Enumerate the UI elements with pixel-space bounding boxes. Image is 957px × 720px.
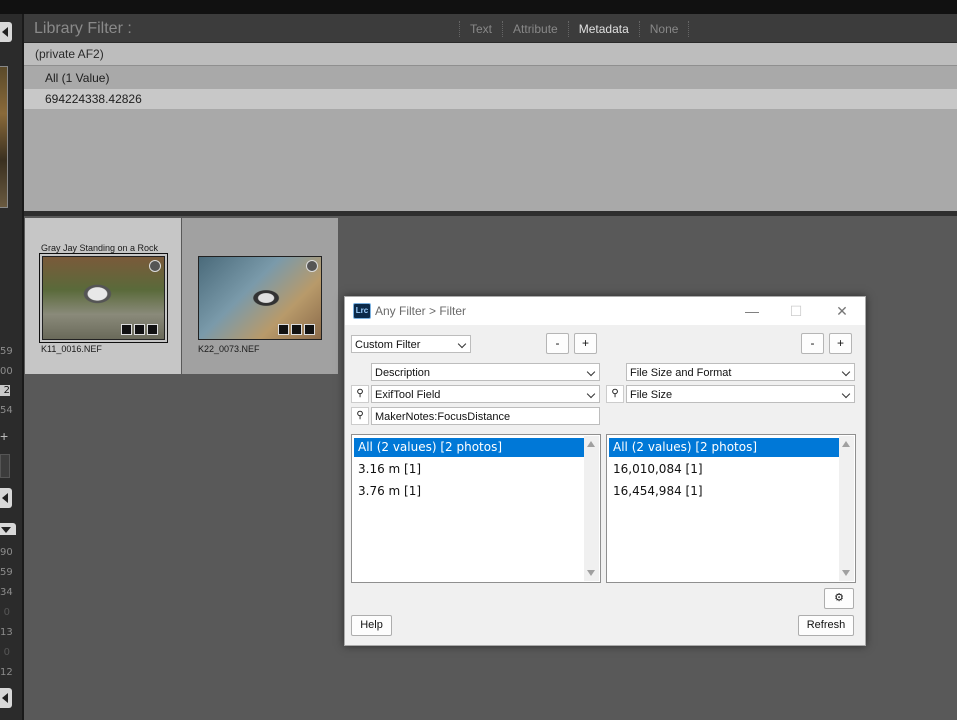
left-panel-number: 00: [0, 366, 13, 377]
metadata-column-title: (private AF2): [35, 47, 104, 61]
add-left-column-button[interactable]: +: [574, 333, 597, 354]
collapse-arrow-icon[interactable]: [0, 22, 12, 42]
right-values-list[interactable]: All (2 values) [2 photos] 16,010,084 [1]…: [606, 434, 856, 583]
edit-icon: [304, 324, 315, 335]
pick-flag-icon[interactable]: [149, 260, 161, 272]
metadata-row-label: All (1 Value): [45, 71, 110, 85]
left-category-value: Description: [375, 367, 431, 379]
right-category-value: File Size and Format: [630, 367, 732, 379]
tab-text[interactable]: Text: [459, 21, 502, 37]
chevron-down-icon: [457, 339, 467, 349]
exiftool-tag-value: MakerNotes:FocusDistance: [375, 411, 511, 423]
dialog-titlebar[interactable]: Lrc Any Filter > Filter — ☐ ✕: [345, 297, 865, 325]
right-category-select[interactable]: File Size and Format: [626, 363, 855, 381]
tab-attribute[interactable]: Attribute: [502, 21, 568, 37]
chevron-down-icon: [841, 367, 851, 377]
pin-icon[interactable]: ⚲: [351, 407, 369, 425]
remove-right-column-button[interactable]: -: [801, 333, 824, 354]
scrollbar[interactable]: [584, 436, 599, 581]
tab-metadata[interactable]: Metadata: [567, 21, 639, 37]
left-panel-number: 54: [0, 405, 13, 416]
minimize-icon[interactable]: —: [737, 302, 767, 320]
library-filter-title: Library Filter :: [34, 20, 132, 37]
scroll-down-icon[interactable]: [587, 570, 595, 576]
left-panel-number: 34: [0, 587, 13, 598]
down-arrow-icon[interactable]: [0, 523, 16, 535]
comment-icon: [291, 324, 302, 335]
pick-flag-icon[interactable]: [306, 260, 318, 272]
chevron-down-icon: [586, 367, 596, 377]
scroll-up-icon[interactable]: [587, 441, 595, 447]
pin-icon[interactable]: ⚲: [351, 385, 369, 403]
list-item[interactable]: 3.16 m [1]: [354, 460, 587, 479]
library-filter-tabs: Text Attribute Metadata None: [459, 21, 690, 37]
tag-icon: [121, 324, 132, 335]
settings-button[interactable]: ⚙: [824, 588, 854, 609]
left-panel-number: 2: [0, 385, 10, 396]
left-panel-number: 59: [0, 346, 13, 357]
top-strip: [0, 0, 957, 14]
tag-icon: [278, 324, 289, 335]
metadata-filter-panel: (private AF2) All (1 Value) 694224338.42…: [24, 43, 957, 211]
remove-left-column-button[interactable]: -: [546, 333, 569, 354]
help-button[interactable]: Help: [351, 615, 392, 636]
list-item[interactable]: All (2 values) [2 photos]: [354, 438, 587, 457]
scrollbar[interactable]: [839, 436, 854, 581]
left-panel-number: 59: [0, 567, 13, 578]
grid-cell[interactable]: Gray Jay Standing on a Rock K11_0016.NEF: [25, 218, 181, 374]
navigator-preview-image: [0, 66, 8, 208]
left-panel-number: 0: [3, 647, 10, 658]
photo-caption: Gray Jay Standing on a Rock: [41, 243, 159, 253]
left-panel-number: 13: [0, 627, 13, 638]
photo-filename: K22_0073.NEF: [198, 344, 260, 354]
photo-badges: [121, 324, 158, 335]
maximize-icon: ☐: [789, 303, 803, 319]
tab-none[interactable]: None: [638, 21, 690, 37]
metadata-row[interactable]: All (1 Value): [24, 68, 957, 88]
metadata-row[interactable]: 694224338.42826: [24, 89, 957, 109]
gear-icon: ⚙: [834, 592, 844, 604]
left-arrow-icon[interactable]: [0, 488, 12, 508]
left-field-select[interactable]: ExifTool Field: [371, 385, 600, 403]
custom-filter-value: Custom Filter: [355, 339, 421, 351]
scroll-up-icon[interactable]: [842, 441, 850, 447]
scroll-down-icon[interactable]: [842, 570, 850, 576]
add-icon[interactable]: +: [0, 428, 12, 444]
metadata-row-label: 694224338.42826: [45, 92, 142, 106]
exiftool-tag-input[interactable]: MakerNotes:FocusDistance: [371, 407, 600, 425]
chevron-down-icon: [586, 389, 596, 399]
edit-icon: [147, 324, 158, 335]
photo-filename: K11_0016.NEF: [41, 344, 102, 354]
list-item[interactable]: All (2 values) [2 photos]: [609, 438, 842, 457]
crop-icon: [134, 324, 145, 335]
left-panel-number: 12: [0, 667, 13, 678]
right-field-select[interactable]: File Size: [626, 385, 855, 403]
left-field-value: ExifTool Field: [375, 389, 441, 401]
chevron-down-icon: [841, 389, 851, 399]
any-filter-dialog: Lrc Any Filter > Filter — ☐ ✕ Custom Fil…: [344, 296, 866, 646]
close-icon[interactable]: ✕: [827, 302, 857, 320]
left-category-select[interactable]: Description: [371, 363, 600, 381]
left-panel-number: 90: [0, 547, 13, 558]
right-field-value: File Size: [630, 389, 673, 401]
lrc-app-icon: Lrc: [353, 303, 371, 319]
panel-slot: [0, 454, 10, 478]
grid-cell[interactable]: K22_0073.NEF: [182, 218, 338, 374]
left-arrow-icon[interactable]: [0, 688, 12, 708]
list-item[interactable]: 3.76 m [1]: [354, 482, 587, 501]
photo-badges: [278, 324, 315, 335]
add-right-column-button[interactable]: +: [829, 333, 852, 354]
metadata-column-header[interactable]: (private AF2): [24, 43, 957, 66]
dialog-title: Any Filter > Filter: [375, 304, 467, 318]
library-filter-bar: Library Filter : Text Attribute Metadata…: [24, 14, 957, 43]
list-item[interactable]: 16,454,984 [1]: [609, 482, 842, 501]
left-values-list[interactable]: All (2 values) [2 photos] 3.16 m [1] 3.7…: [351, 434, 601, 583]
left-panel-number: 0: [3, 607, 10, 618]
refresh-button[interactable]: Refresh: [798, 615, 854, 636]
pin-icon[interactable]: ⚲: [606, 385, 624, 403]
custom-filter-select[interactable]: Custom Filter: [351, 335, 471, 353]
list-item[interactable]: 16,010,084 [1]: [609, 460, 842, 479]
